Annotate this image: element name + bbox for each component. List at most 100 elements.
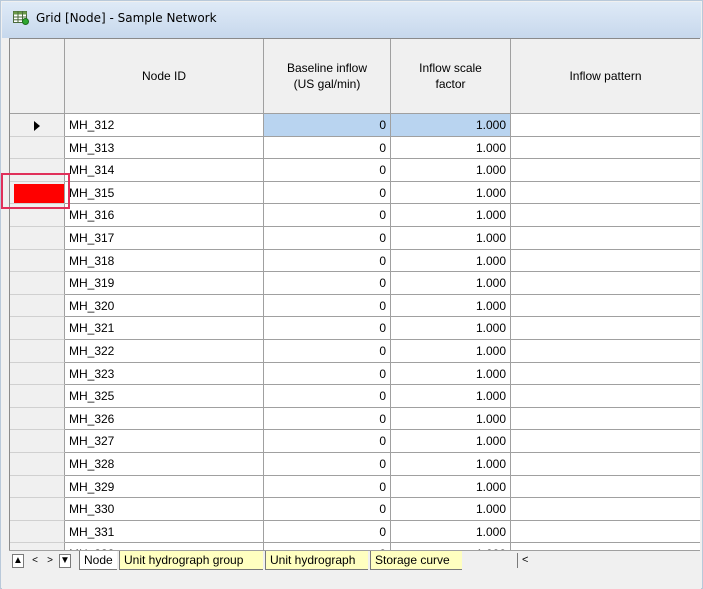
table-row[interactable]: MH_319 0 1.000 <box>10 272 700 295</box>
baseline-inflow-cell[interactable]: 0 <box>264 385 391 408</box>
node-id-cell[interactable]: MH_317 <box>65 227 264 250</box>
inflow-pattern-cell[interactable] <box>511 272 700 295</box>
node-id-cell[interactable]: MH_323 <box>65 362 264 386</box>
node-id-cell[interactable]: MH_316 <box>65 204 264 227</box>
node-id-cell[interactable]: MH_327 <box>65 430 264 453</box>
baseline-inflow-cell[interactable]: 0 <box>264 543 391 550</box>
table-row[interactable]: MH_313 0 1.000 <box>10 136 700 160</box>
last-record-button[interactable]: ▼ <box>59 554 71 568</box>
inflow-scale-factor-cell[interactable]: 1.000 <box>391 362 511 386</box>
row-indicator[interactable] <box>10 543 65 550</box>
inflow-scale-factor-cell[interactable]: 1.000 <box>391 520 511 544</box>
inflow-pattern-cell[interactable] <box>511 498 700 521</box>
tab-storage-curve[interactable]: Storage curve <box>370 551 462 570</box>
row-indicator[interactable] <box>10 181 65 205</box>
table-row[interactable]: MH_312 0 1.000 <box>10 114 700 137</box>
baseline-inflow-cell[interactable]: 0 <box>264 204 391 227</box>
baseline-inflow-cell[interactable]: 0 <box>264 520 391 544</box>
node-id-cell[interactable]: MH_325 <box>65 385 264 408</box>
row-indicator[interactable] <box>10 407 65 431</box>
table-row[interactable]: MH_327 0 1.000 <box>10 430 700 453</box>
inflow-scale-factor-cell[interactable]: 1.000 <box>391 159 511 182</box>
baseline-inflow-cell[interactable]: 0 <box>264 340 391 363</box>
node-id-cell[interactable]: MH_330 <box>65 498 264 521</box>
row-indicator[interactable] <box>10 114 65 137</box>
inflow-pattern-cell[interactable] <box>511 521 700 544</box>
column-header-inflow-pattern[interactable]: Inflow pattern <box>511 39 700 114</box>
node-id-cell[interactable]: MH_322 <box>65 340 264 363</box>
inflow-pattern-cell[interactable] <box>511 227 700 250</box>
table-row[interactable]: MH_318 0 1.000 <box>10 249 700 273</box>
inflow-scale-factor-cell[interactable]: 1.000 <box>391 498 511 521</box>
inflow-pattern-cell[interactable] <box>511 408 700 431</box>
node-id-cell[interactable]: MH_318 <box>65 249 264 273</box>
inflow-scale-factor-cell[interactable]: 1.000 <box>391 272 511 295</box>
baseline-inflow-cell[interactable]: 0 <box>264 362 391 386</box>
inflow-pattern-cell[interactable] <box>511 543 700 550</box>
row-indicator[interactable] <box>10 249 65 273</box>
node-id-cell[interactable]: MH_319 <box>65 272 264 295</box>
table-row[interactable]: MH_320 0 1.000 <box>10 294 700 318</box>
inflow-scale-factor-cell[interactable]: 1.000 <box>391 204 511 227</box>
inflow-scale-factor-cell[interactable]: 1.000 <box>391 249 511 273</box>
baseline-inflow-cell[interactable]: 0 <box>264 159 391 182</box>
inflow-pattern-cell[interactable] <box>511 317 700 340</box>
table-row[interactable]: MH_331 0 1.000 <box>10 520 700 544</box>
row-indicator[interactable] <box>10 317 65 340</box>
inflow-scale-factor-cell[interactable]: 1.000 <box>391 543 511 550</box>
table-row[interactable]: MH_326 0 1.000 <box>10 407 700 431</box>
table-row[interactable]: MH_329 0 1.000 <box>10 475 700 499</box>
row-indicator[interactable] <box>10 159 65 182</box>
first-record-button[interactable]: ▲ <box>12 554 24 568</box>
inflow-scale-factor-cell[interactable]: 1.000 <box>391 475 511 499</box>
inflow-pattern-cell[interactable] <box>511 453 700 476</box>
column-header-baseline-inflow[interactable]: Baseline inflow (US gal/min) <box>264 39 391 114</box>
inflow-scale-factor-cell[interactable]: 1.000 <box>391 430 511 453</box>
inflow-pattern-cell[interactable] <box>511 430 700 453</box>
baseline-inflow-cell[interactable]: 0 <box>264 136 391 160</box>
inflow-pattern-cell[interactable] <box>511 295 700 318</box>
baseline-inflow-cell[interactable]: 0 <box>264 227 391 250</box>
baseline-inflow-cell[interactable]: 0 <box>264 317 391 340</box>
inflow-scale-factor-cell[interactable]: 1.000 <box>391 385 511 408</box>
baseline-inflow-cell[interactable]: 0 <box>264 430 391 453</box>
tab-unit-hydrograph-group[interactable]: Unit hydrograph group <box>119 551 263 570</box>
inflow-pattern-cell[interactable] <box>511 114 700 137</box>
inflow-scale-factor-cell[interactable]: 1.000 <box>391 181 511 205</box>
column-header-node-id[interactable]: Node ID <box>65 39 264 114</box>
row-indicator[interactable] <box>10 385 65 408</box>
table-row[interactable]: MH_315 0 1.000 <box>10 181 700 205</box>
inflow-scale-factor-cell[interactable]: 1.000 <box>391 136 511 160</box>
row-indicator[interactable] <box>10 227 65 250</box>
baseline-inflow-cell[interactable]: 0 <box>264 114 391 137</box>
node-id-cell[interactable]: MH_320 <box>65 294 264 318</box>
inflow-scale-factor-cell[interactable]: 1.000 <box>391 294 511 318</box>
node-id-cell[interactable]: MH_314 <box>65 159 264 182</box>
baseline-inflow-cell[interactable]: 0 <box>264 498 391 521</box>
row-indicator[interactable] <box>10 520 65 544</box>
column-header-inflow-scale-factor[interactable]: Inflow scale factor <box>391 39 511 114</box>
inflow-scale-factor-cell[interactable]: 1.000 <box>391 453 511 476</box>
row-indicator[interactable] <box>10 272 65 295</box>
node-id-cell[interactable]: MH_332 <box>65 543 264 550</box>
baseline-inflow-cell[interactable]: 0 <box>264 181 391 205</box>
inflow-pattern-cell[interactable] <box>511 250 700 273</box>
node-id-cell[interactable]: MH_331 <box>65 520 264 544</box>
table-row[interactable]: MH_33201.000 <box>10 543 700 550</box>
inflow-scale-factor-cell[interactable]: 1.000 <box>391 317 511 340</box>
node-id-cell[interactable]: MH_328 <box>65 453 264 476</box>
node-id-cell[interactable]: MH_326 <box>65 407 264 431</box>
baseline-inflow-cell[interactable]: 0 <box>264 407 391 431</box>
row-indicator[interactable] <box>10 430 65 453</box>
row-indicator[interactable] <box>10 475 65 499</box>
table-row[interactable]: MH_317 0 1.000 <box>10 227 700 250</box>
inflow-scale-factor-cell[interactable]: 1.000 <box>391 407 511 431</box>
node-id-cell[interactable]: MH_315 <box>65 181 264 205</box>
previous-record-button[interactable]: < <box>29 554 41 568</box>
baseline-inflow-cell[interactable]: 0 <box>264 272 391 295</box>
inflow-pattern-cell[interactable] <box>511 137 700 160</box>
inflow-scale-factor-cell[interactable]: 1.000 <box>391 114 511 137</box>
baseline-inflow-cell[interactable]: 0 <box>264 294 391 318</box>
table-row[interactable]: MH_316 0 1.000 <box>10 204 700 227</box>
table-row[interactable]: MH_330 0 1.000 <box>10 498 700 521</box>
